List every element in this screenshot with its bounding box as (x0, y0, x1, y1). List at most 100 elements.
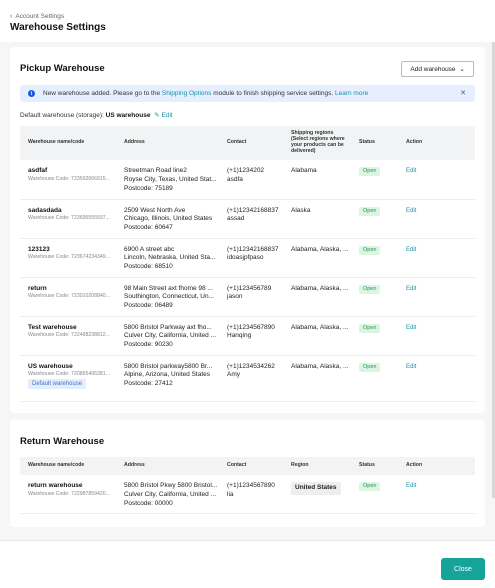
status-badge: Open (359, 167, 381, 177)
col-header-name: Warehouse name/code (20, 126, 116, 160)
address-cell: 2509 West North Ave Chicago, Illinois, Un… (116, 199, 219, 239)
contact-phone: (+1)1234567890 (227, 482, 275, 489)
close-button[interactable]: Close (441, 558, 485, 580)
regions-cell: Alabama, Alaska, ... (283, 238, 351, 278)
edit-icon: ✎ (154, 112, 160, 119)
contact-cell: (+1)12342168837 assad (219, 199, 283, 239)
address-line: 98 Main Street axt fhome 98 ... (124, 284, 213, 292)
contact-person: assad (227, 215, 245, 223)
warehouse-code: Warehouse Code: 723502666915... (28, 175, 111, 182)
edit-default-warehouse-link[interactable]: ✎ Edit (154, 112, 172, 119)
action-cell: Edit (398, 475, 475, 514)
address-cell: 5800 Bristol parkway5800 Br... Alpine, Ar… (116, 355, 219, 402)
warehouse-name: return warehouse (28, 482, 83, 489)
action-cell: Edit (398, 355, 475, 402)
status-cell: Open (351, 199, 398, 239)
name-cell: US warehouse Warehouse Code: 720865406381… (20, 355, 116, 402)
name-cell: Test warehouse Warehouse Code: 7224882388… (20, 316, 116, 356)
col-header-address: Address (116, 126, 219, 160)
edit-link[interactable]: Edit (406, 325, 416, 331)
warehouse-name: asdfaf (28, 167, 48, 174)
contact-cell: (+1)1234202 asdfa (219, 160, 283, 200)
address-line: 5800 Bristol parkway5800 Br... (124, 362, 213, 370)
contact-phone: (+1)12342168837 (227, 206, 279, 214)
warehouse-code: Warehouse Code: 720865406381... (28, 371, 111, 378)
col-header-shipping-regions: Shipping regions (Select regions where y… (283, 126, 351, 160)
contact-phone: (+1)12342168837 (227, 245, 279, 253)
chevron-down-icon: ⌄ (459, 66, 465, 73)
default-warehouse-badge: Default warehouse (28, 379, 87, 390)
warehouse-name: sadasdada (28, 206, 62, 214)
page-header: ‹ Account Settings Warehouse Settings (0, 0, 495, 42)
contact-cell: (+1)123456789 jason (219, 277, 283, 317)
col-header-status: Status (351, 126, 398, 160)
col-header-contact: Contact (219, 457, 283, 475)
learn-more-link[interactable]: Learn more (335, 90, 368, 97)
shipping-regions: Alabama, Alaska, ... (291, 284, 349, 292)
shipping-regions: Alabama, Alaska, ... (291, 323, 349, 331)
col-header-region: Region (283, 457, 351, 475)
action-cell: Edit (398, 199, 475, 239)
warehouse-name: 123123 (28, 245, 50, 253)
default-warehouse-label: Default warehouse (storage): (20, 112, 104, 119)
regions-cell: Alaska (283, 199, 351, 239)
edit-link[interactable]: Edit (406, 208, 416, 214)
page-title: Warehouse Settings (10, 22, 106, 33)
address-line: 6900 A street abc (124, 245, 175, 253)
address-cell: 5800 Bristol Parkway axt fho... Culver Ci… (116, 316, 219, 356)
return-section-title: Return Warehouse (20, 436, 105, 447)
add-warehouse-label: Add warehouse (410, 65, 456, 73)
contact-cell: (+1)1234567890 Hanqing (219, 316, 283, 356)
table-row: sadasdada Warehouse Code: 723695555597...… (20, 199, 475, 239)
address-cell: Streetman Road line2 Royse City, Texas, U… (116, 160, 219, 200)
contact-person: Amy (227, 371, 240, 379)
info-notice: i New warehouse added. Please go to the … (20, 85, 475, 102)
name-cell: return Warehouse Code: 723010208840... (20, 277, 116, 317)
status-badge: Open (359, 482, 381, 492)
edit-link[interactable]: Edit (406, 483, 416, 489)
contact-person: jason (227, 293, 243, 301)
edit-link[interactable]: Edit (406, 364, 416, 370)
status-badge: Open (359, 245, 381, 255)
postcode: Postcode: 06489 (124, 302, 173, 310)
return-warehouse-table: Warehouse name/code Address Contact Regi… (20, 457, 475, 514)
notice-text: New warehouse added. Please go to the Sh… (43, 90, 368, 97)
close-icon[interactable]: ✕ (460, 89, 466, 97)
contact-person: idoasjpfpaso (227, 254, 264, 262)
address-cell: 5800 Bristol Pkwy 5800 Bristol... Culver … (116, 475, 219, 514)
edit-link[interactable]: Edit (406, 247, 416, 253)
name-cell: 123123 Warehouse Code: 723674234349... (20, 238, 116, 278)
address-city: Culver City, California, United ... (124, 490, 216, 498)
address-city: Royse City, Texas, United Stat... (124, 175, 217, 183)
default-warehouse-line: Default warehouse (storage): US warehous… (20, 111, 173, 119)
edit-link[interactable]: Edit (406, 168, 416, 174)
col-header-address: Address (116, 457, 219, 475)
shipping-regions: Alabama, Alaska, ... (291, 245, 349, 253)
warehouse-code: Warehouse Code: 723010208840... (28, 293, 111, 300)
edit-link[interactable]: Edit (406, 286, 416, 292)
col-header-action: Action (398, 457, 475, 475)
regions-cell: Alabama, Alaska, ... (283, 355, 351, 402)
shipping-options-link[interactable]: Shipping Options (162, 90, 212, 97)
contact-phone: (+1)1234567890 (227, 323, 275, 331)
status-badge: Open (359, 362, 381, 372)
contact-phone: (+1)1234202 (227, 167, 265, 174)
warehouse-code: Warehouse Code: 722488238812... (28, 332, 111, 339)
notice-prefix: New warehouse added. Please go to the (43, 90, 162, 97)
contact-cell: (+1)1234567890 lia (219, 475, 283, 514)
name-cell: return warehouse Warehouse Code: 72298785… (20, 475, 116, 514)
table-row: return Warehouse Code: 723010208840... 98 … (20, 277, 475, 317)
status-cell: Open (351, 238, 398, 278)
warehouse-code: Warehouse Code: 723674234349... (28, 254, 111, 261)
address-line: Streetman Road line2 (124, 167, 187, 174)
regions-cell: Alabama, Alaska, ... (283, 277, 351, 317)
status-badge: Open (359, 323, 381, 333)
action-cell: Edit (398, 238, 475, 278)
status-badge: Open (359, 206, 381, 216)
add-warehouse-button[interactable]: Add warehouse ⌄ (401, 61, 474, 77)
region-cell: United States (283, 475, 351, 514)
status-cell: Open (351, 355, 398, 402)
edit-default-label: Edit (161, 112, 173, 119)
back-link[interactable]: ‹ Account Settings (10, 13, 485, 20)
contact-phone: (+1)1234534262 (227, 362, 275, 370)
